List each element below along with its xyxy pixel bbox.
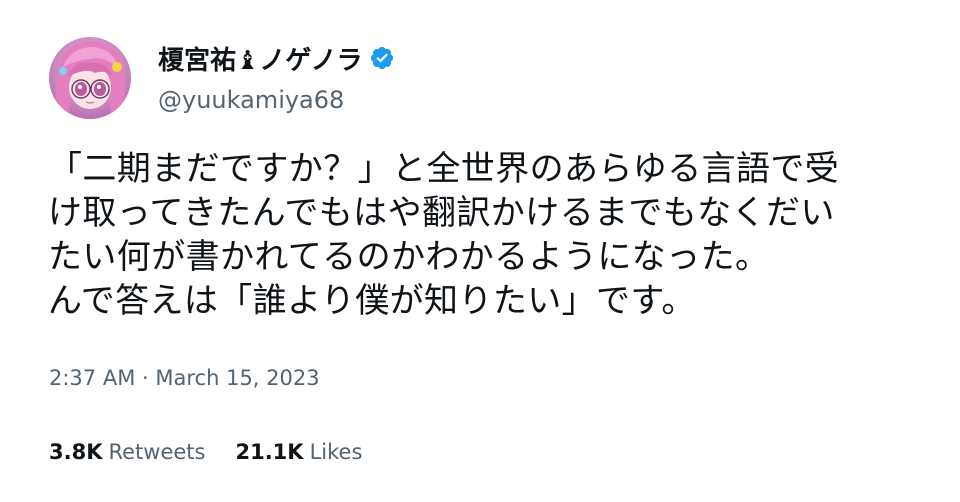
tweet-date[interactable]: March 15, 2023	[155, 366, 319, 390]
retweets-count: 3.8K	[49, 440, 103, 464]
tweet-text-line: け取ってきたんでもはや翻訳かけるまでもなくだい	[48, 193, 835, 233]
likes-count: 21.1K	[235, 440, 304, 464]
divider	[49, 413, 909, 414]
tweet-text-line: たい何が書かれてるのかわかるようになった。	[48, 237, 770, 277]
verified-badge-icon	[369, 45, 395, 71]
tweet-time[interactable]: 2:37 AM	[49, 366, 135, 390]
avatar[interactable]	[49, 37, 131, 119]
retweets-stat[interactable]: 3.8K Retweets	[49, 440, 205, 464]
likes-stat[interactable]: 21.1K Likes	[235, 440, 362, 464]
tweet-text-line: 「二期まだですか？」と全世界のあらゆる言語で受	[48, 149, 840, 189]
likes-label: Likes	[309, 440, 363, 464]
avatar-image	[49, 37, 131, 119]
tweet-meta: 2:37 AM · March 15, 2023	[49, 366, 320, 390]
retweets-label: Retweets	[108, 440, 206, 464]
display-name[interactable]: 榎宮祐♝ノゲノラ	[158, 40, 363, 77]
tweet-stats: 3.8K Retweets 21.1K Likes	[49, 440, 362, 464]
user-handle[interactable]: @yuukamiya68	[158, 86, 344, 114]
tweet-text-line: んで答えは「誰より僕が知りたい」です。	[48, 281, 696, 321]
tweet-text: 「二期まだですか？」と全世界のあらゆる言語で受 け取ってきたんでもはや翻訳かける…	[48, 147, 928, 323]
tweet-card: 榎宮祐♝ノゲノラ @yuukamiya68 「二期まだですか？」と全世界のあらゆ…	[0, 0, 960, 502]
meta-separator: ·	[142, 366, 149, 390]
user-name-row[interactable]: 榎宮祐♝ノゲノラ	[158, 40, 395, 76]
